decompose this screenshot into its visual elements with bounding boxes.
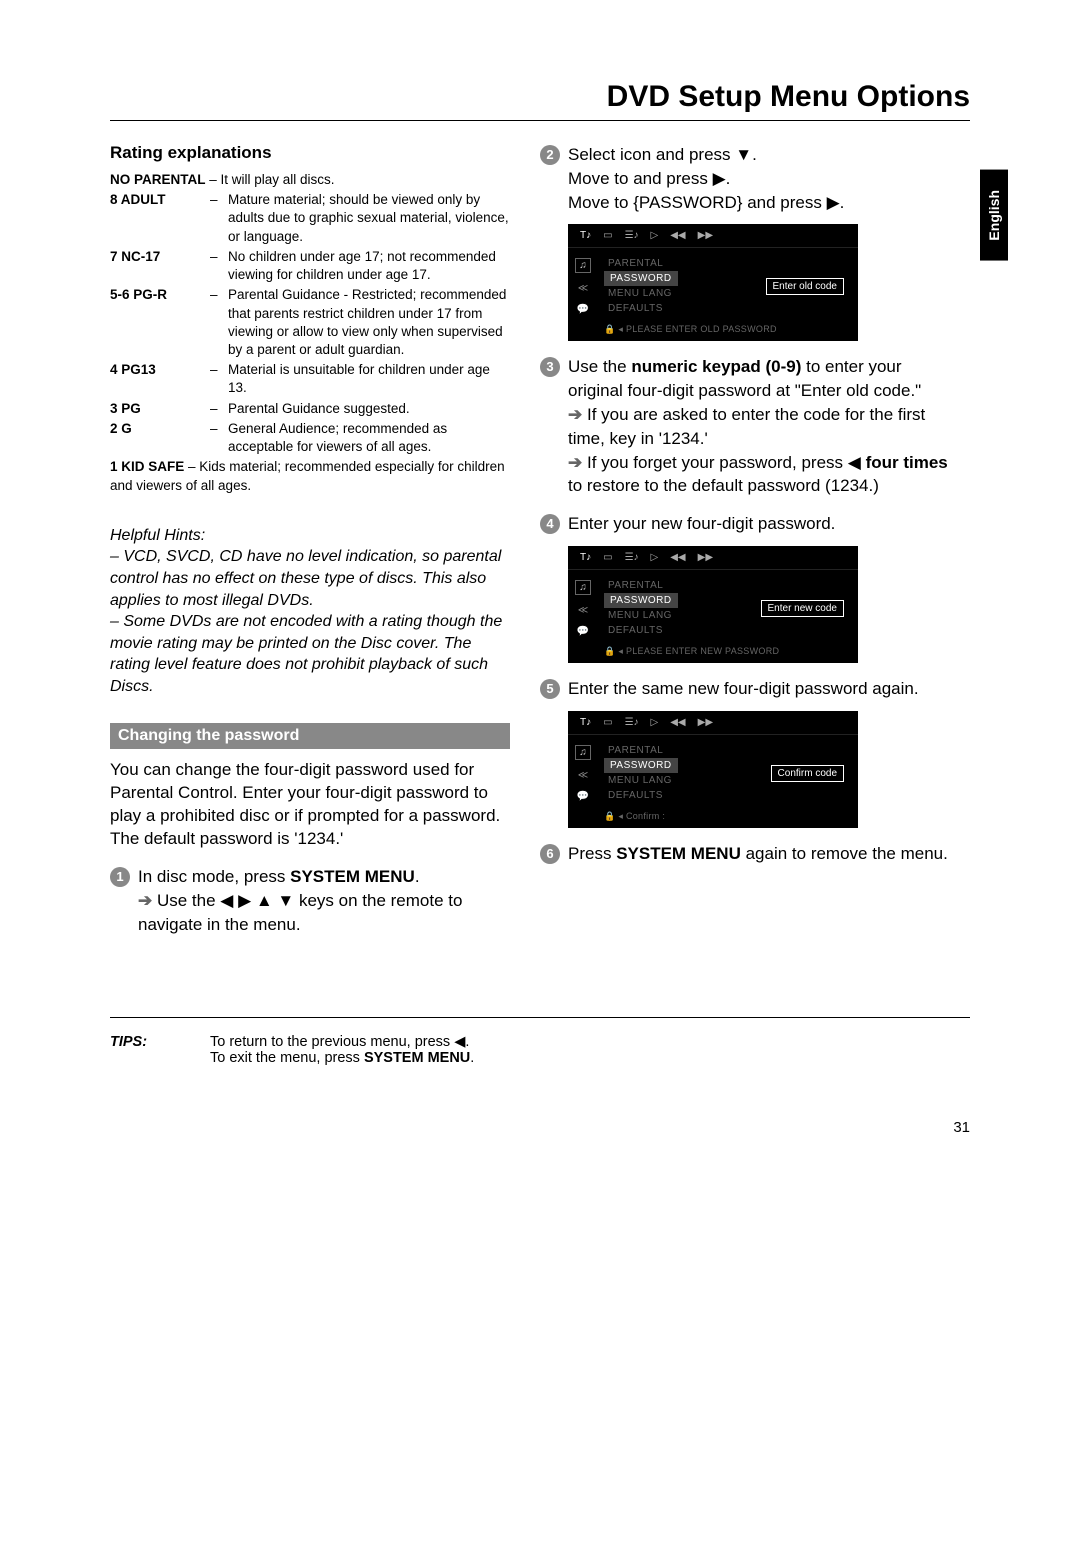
rating-row: NO PARENTAL – It will play all discs.	[110, 171, 510, 189]
osd-side-icons: ♫≪💬	[568, 248, 598, 320]
rating-row: 8 ADULT–Mature material; should be viewe…	[110, 191, 510, 246]
osd-screenshot: T♪▭☰♪▷◀◀▶▶ ♫≪💬 PARENTAL PASSWORD MENU LA…	[568, 546, 858, 663]
osd-item: PARENTAL	[604, 256, 852, 271]
rating-row: 1 KID SAFE – Kids material; recommended …	[110, 458, 510, 494]
step-subline: If you are asked to enter the code for t…	[568, 403, 960, 451]
rating-row: 2 G–General Audience; recommended as acc…	[110, 420, 510, 456]
osd-prompt-box: Enter old code	[766, 278, 845, 295]
page-title: DVD Setup Menu Options	[110, 80, 970, 121]
step-number-icon: 2	[540, 145, 560, 165]
osd-top-icons: T♪▭☰♪▷◀◀▶▶	[568, 224, 858, 248]
step-number-icon: 6	[540, 844, 560, 864]
tips-footer: TIPS: To return to the previous menu, pr…	[110, 1017, 970, 1066]
step-1: 1 In disc mode, press SYSTEM MENU. Use t…	[110, 865, 510, 936]
step-3: 3 Use the numeric keypad (0-9) to enter …	[540, 355, 960, 498]
rating-row: 3 PG–Parental Guidance suggested.	[110, 400, 510, 418]
step-subline: Use the ◀ ▶ ▲ ▼ keys on the remote to na…	[138, 889, 510, 937]
osd-prompt-box: Enter new code	[761, 600, 845, 617]
tips-label: TIPS:	[110, 1034, 180, 1066]
osd-item: DEFAULTS	[604, 301, 852, 316]
osd-footer: 🔒 ◂ PLEASE ENTER OLD PASSWORD	[568, 320, 858, 335]
ratings-list: NO PARENTAL – It will play all discs. 8 …	[110, 171, 510, 495]
step-number-icon: 4	[540, 514, 560, 534]
hints-text: – VCD, SVCD, CD have no level indication…	[110, 546, 510, 611]
tips-line: To return to the previous menu, press ◀.	[210, 1034, 474, 1050]
osd-prompt-box: Confirm code	[771, 765, 844, 782]
step-subline: If you forget your password, press ◀ fou…	[568, 451, 960, 499]
manual-page: DVD Setup Menu Options English Rating ex…	[110, 80, 970, 1066]
step-5: 5 Enter the same new four-digit password…	[540, 677, 960, 701]
left-column: Rating explanations NO PARENTAL – It wil…	[110, 143, 510, 937]
step-number-icon: 1	[110, 867, 130, 887]
section-banner-password: Changing the password	[110, 723, 510, 749]
language-tab: English	[980, 170, 1008, 261]
step-number-icon: 5	[540, 679, 560, 699]
rating-row: 4 PG13–Material is unsuitable for childr…	[110, 361, 510, 397]
rating-row: 7 NC-17–No children under age 17; not re…	[110, 248, 510, 284]
tips-line: To exit the menu, press SYSTEM MENU.	[210, 1050, 474, 1066]
lock-icon: 🔒	[604, 324, 616, 334]
step-2: 2 Select icon and press ▼. Move to and p…	[540, 143, 960, 214]
helpful-hints: Helpful Hints: – VCD, SVCD, CD have no l…	[110, 525, 510, 698]
step-4: 4 Enter your new four-digit password.	[540, 512, 960, 536]
step-number-icon: 3	[540, 357, 560, 377]
osd-item-selected: PASSWORD	[604, 271, 678, 286]
right-column: 2 Select icon and press ▼. Move to and p…	[540, 143, 960, 937]
page-number: 31	[953, 1119, 970, 1136]
lock-icon: 🔒	[604, 811, 616, 821]
hints-title: Helpful Hints:	[110, 525, 510, 547]
lock-icon: 🔒	[604, 646, 616, 656]
step-6: 6 Press SYSTEM MENU again to remove the …	[540, 842, 960, 866]
rating-row: 5-6 PG-R–Parental Guidance - Restricted;…	[110, 286, 510, 359]
osd-screenshot: T♪▭☰♪▷◀◀▶▶ ♫≪💬 PARENTAL PASSWORD MENU LA…	[568, 711, 858, 828]
changing-intro: You can change the four-digit password u…	[110, 759, 510, 851]
section-heading-ratings: Rating explanations	[110, 143, 510, 163]
osd-screenshot: T♪▭☰♪▷◀◀▶▶ ♫≪💬 PARENTAL PASSWORD MENU LA…	[568, 224, 858, 341]
hints-text: – Some DVDs are not encoded with a ratin…	[110, 611, 510, 697]
